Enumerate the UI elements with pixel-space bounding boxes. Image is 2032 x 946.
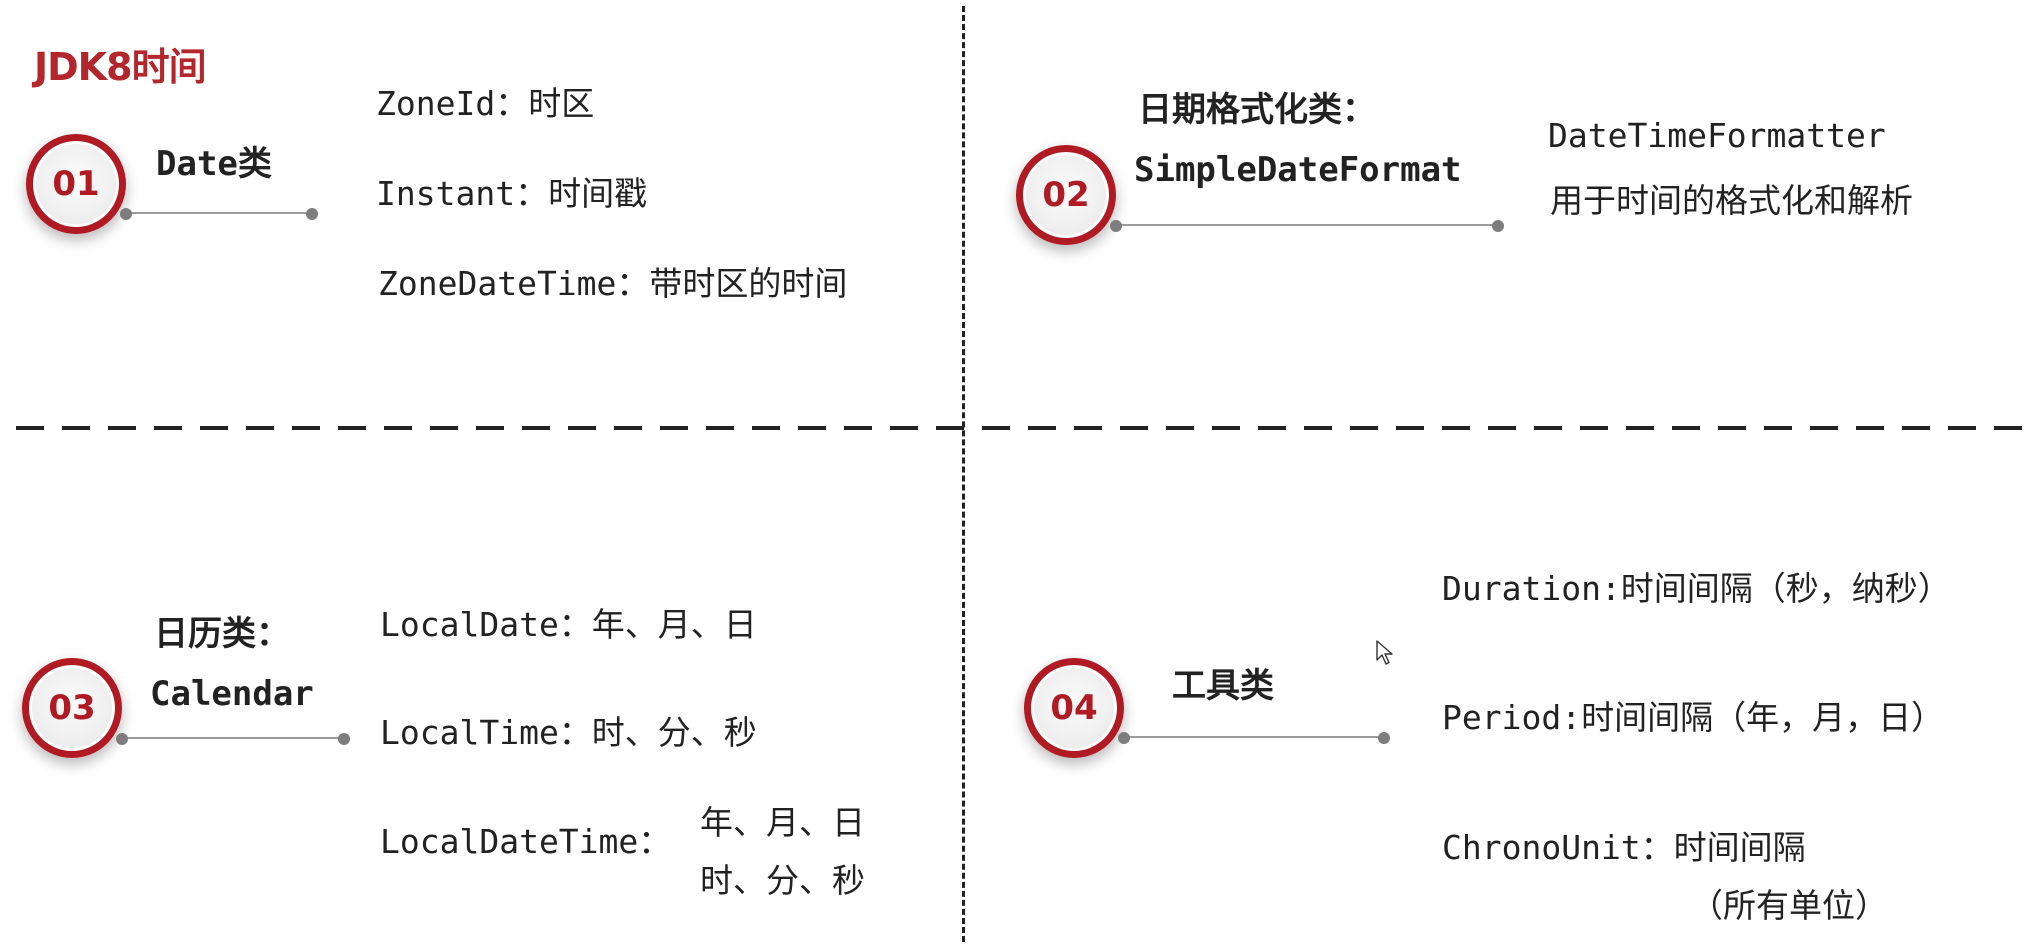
- badge-03: 03: [22, 658, 122, 758]
- badge-number: 03: [48, 688, 96, 728]
- section-heading: 日期格式化类：: [1138, 90, 1376, 130]
- connector-dot: [120, 208, 132, 220]
- connector-line: [126, 212, 312, 214]
- badge-01: 01: [26, 134, 126, 234]
- connector-dot: [116, 733, 128, 745]
- connector-line: [122, 737, 344, 739]
- horizontal-divider: [16, 426, 2032, 430]
- list-item: DateTimeFormatter: [1548, 116, 1886, 155]
- list-item: 时、分、秒: [700, 861, 865, 900]
- badge-number: 02: [1042, 175, 1090, 215]
- list-item: LocalDate：年、月、日: [380, 605, 757, 644]
- badge-number: 01: [52, 164, 100, 204]
- vertical-divider: [962, 6, 965, 942]
- list-item: ChronoUnit：时间间隔: [1442, 828, 1806, 867]
- section-heading: 工具类: [1172, 666, 1274, 706]
- badge-02: 02: [1016, 145, 1116, 245]
- list-item: ZoneDateTime：带时区的时间: [378, 264, 848, 303]
- page-title: JDK8时间: [34, 45, 207, 89]
- badge-04: 04: [1024, 658, 1124, 758]
- list-item: LocalDateTime：: [380, 822, 672, 861]
- connector-dot: [338, 733, 350, 745]
- list-item: Instant：时间戳: [376, 174, 648, 213]
- connector-dot: [1378, 732, 1390, 744]
- list-item: LocalTime：时、分、秒: [380, 713, 757, 752]
- badge-number: 04: [1050, 688, 1098, 728]
- connector-dot: [1110, 220, 1122, 232]
- connector-line: [1116, 224, 1498, 226]
- section-heading: 日历类：: [154, 614, 290, 654]
- connector-dot: [1492, 220, 1504, 232]
- connector-dot: [1118, 732, 1130, 744]
- list-item: 年、月、日: [700, 803, 865, 842]
- section-heading: SimpleDateFormat: [1134, 150, 1462, 190]
- list-item: （所有单位）: [1690, 886, 1888, 925]
- connector-dot: [306, 208, 318, 220]
- connector-line: [1124, 736, 1384, 738]
- list-item: 用于时间的格式化和解析: [1550, 181, 1913, 220]
- list-item: ZoneId：时区: [376, 84, 595, 123]
- section-heading: Calendar: [150, 674, 314, 714]
- mouse-cursor-icon: [1376, 640, 1393, 665]
- list-item: Period:时间间隔（年，月，日）: [1442, 698, 1945, 737]
- section-heading: Date类: [156, 144, 272, 184]
- list-item: Duration:时间间隔（秒，纳秒）: [1442, 569, 1951, 608]
